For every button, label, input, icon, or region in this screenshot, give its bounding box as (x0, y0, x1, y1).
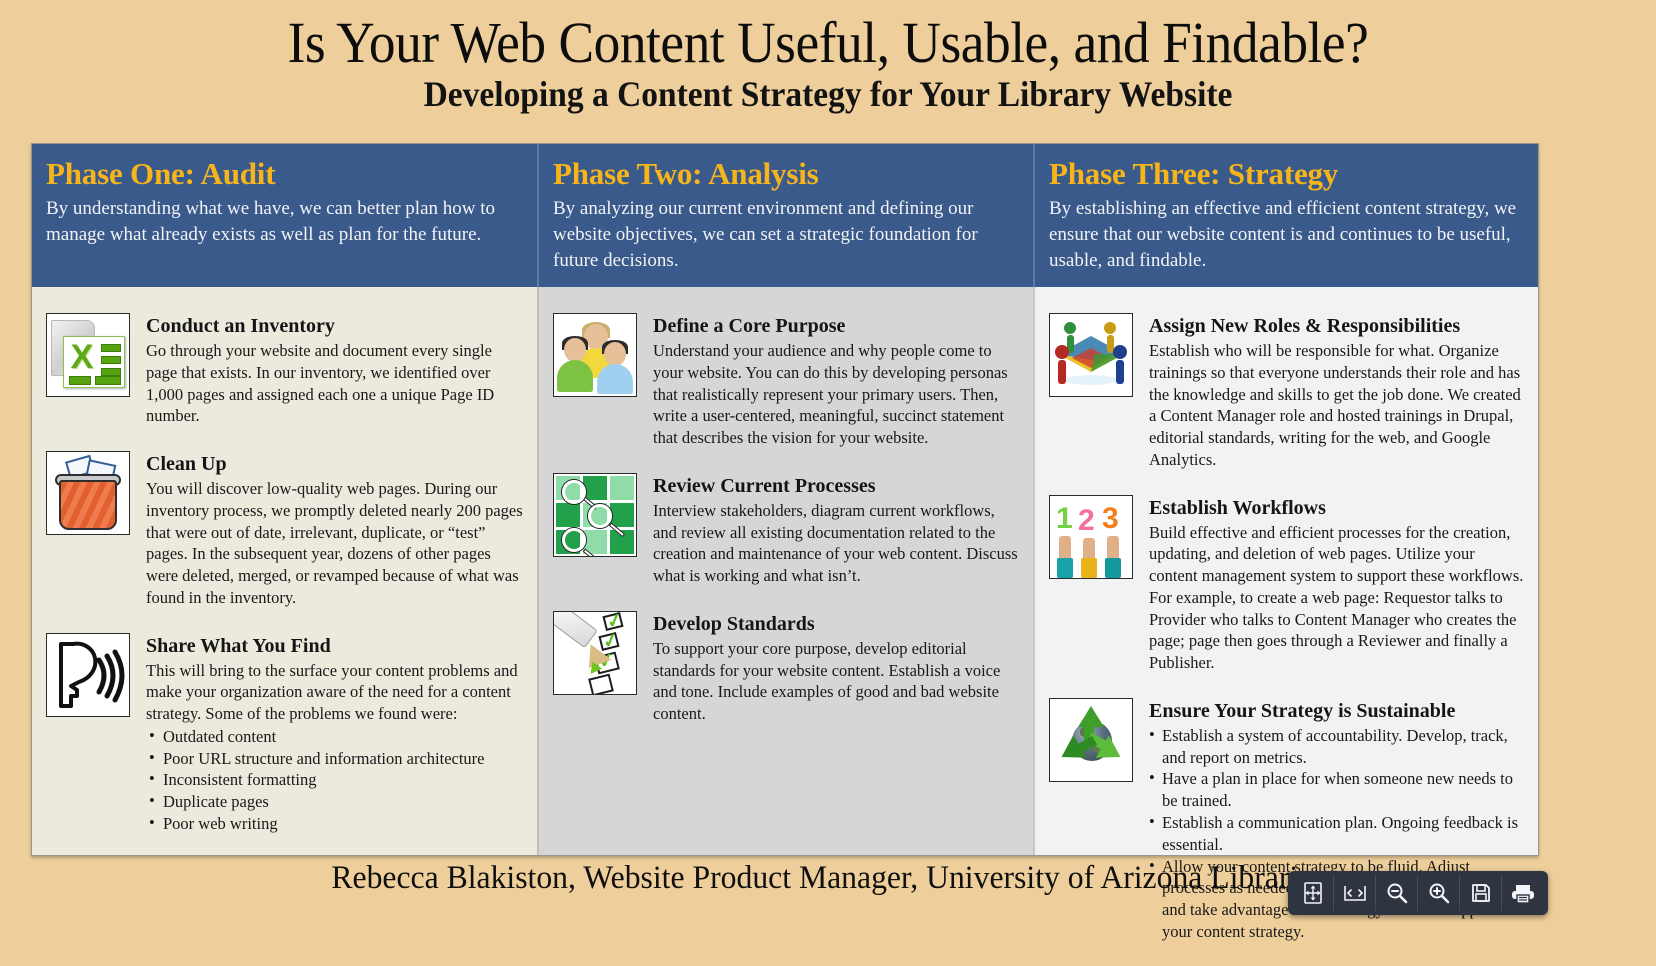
list-item: Poor web writing (146, 812, 523, 835)
item-title: Conduct an Inventory (146, 315, 335, 337)
list-item: Establish a system of accountability. De… (1149, 724, 1524, 769)
phase-three-description: By establishing an effective and efficie… (1049, 197, 1517, 271)
item-text: Go through your website and document eve… (146, 341, 495, 426)
page-subtitle: Developing a Content Strategy for Your L… (423, 74, 1233, 114)
zoom-out-icon[interactable] (1376, 875, 1418, 911)
page-title: Is Your Web Content Useful, Usable, and … (287, 10, 1369, 75)
checklist-pencil-icon: ✓ ✓ ✓ (553, 610, 637, 695)
list-item: Poor URL structure and information archi… (146, 747, 523, 770)
list-item: 1 2 3 Establish Workflows Build effectiv… (1049, 494, 1524, 674)
speaking-head-icon (46, 632, 130, 717)
fit-width-icon[interactable] (1334, 875, 1376, 911)
list-item: Duplicate pages (146, 790, 523, 813)
item-text: Interview stakeholders, diagram current … (653, 500, 1018, 586)
zoom-in-icon[interactable] (1418, 875, 1460, 911)
list-item: Clean Up You will discover low-quality w… (46, 451, 523, 609)
item-text: To support your core purpose, develop ed… (653, 638, 1001, 724)
phase-three-column: Assign New Roles & Responsibilities Esta… (1033, 287, 1538, 941)
item-text: This will bring to the surface your cont… (146, 660, 518, 724)
list-item: Define a Core Purpose Understand your au… (553, 313, 1019, 449)
list-item: Review Current Processes Interview stake… (553, 472, 1019, 587)
teamwork-roles-icon (1049, 313, 1133, 397)
phase-three-title: Phase Three: Strategy (1049, 156, 1339, 191)
list-item: X Conduct an Inventory Go through your w… (46, 313, 523, 427)
save-icon[interactable] (1460, 875, 1502, 911)
numbers-123-icon: 1 2 3 (1049, 494, 1133, 579)
item-title: Establish Workflows (1149, 496, 1326, 519)
item-text: Build effective and efficient processes … (1149, 522, 1524, 673)
item-title: Develop Standards (653, 612, 815, 635)
phase-header-one: Phase One: Audit By understanding what w… (32, 144, 537, 287)
phase-columns: X Conduct an Inventory Go through your w… (32, 287, 1538, 941)
phase-two-title: Phase Two: Analysis (553, 156, 819, 191)
item-title: Define a Core Purpose (653, 315, 846, 337)
phase-one-title: Phase One: Audit (46, 156, 276, 191)
fit-page-icon[interactable] (1292, 875, 1334, 911)
phase-header-two: Phase Two: Analysis By analyzing our cur… (537, 144, 1033, 287)
print-icon[interactable] (1502, 875, 1544, 911)
phase-one-description: By understanding what we have, we can be… (46, 197, 496, 245)
phase-two-column: Define a Core Purpose Understand your au… (537, 287, 1033, 855)
item-bullet-list: Outdated content Poor URL structure and … (146, 725, 523, 835)
poster-title-block: Is Your Web Content Useful, Usable, and … (0, 0, 1656, 114)
phase-two-description: By analyzing our current environment and… (553, 197, 978, 271)
item-title: Share What You Find (146, 634, 331, 657)
trash-bin-icon (46, 451, 130, 536)
people-group-icon (553, 313, 637, 397)
item-text: You will discover low-quality web pages.… (146, 479, 523, 607)
phase-header-band: Phase One: Audit By understanding what w… (32, 144, 1538, 287)
list-item: Share What You Find This will bring to t… (46, 632, 523, 835)
phase-header-three: Phase Three: Strategy By establishing an… (1033, 144, 1538, 287)
poster-body: Phase One: Audit By understanding what w… (31, 143, 1539, 941)
list-item: Assign New Roles & Responsibilities Esta… (1049, 313, 1524, 471)
item-text: Understand your audience and why people … (653, 341, 1008, 448)
item-text: Establish who will be responsible for wh… (1149, 341, 1521, 469)
item-title: Assign New Roles & Responsibilities (1149, 315, 1461, 337)
list-item: Outdated content (146, 725, 523, 748)
list-item: Have a plan in place for when someone ne… (1149, 767, 1524, 812)
spreadsheet-icon: X (46, 313, 130, 397)
item-title: Clean Up (146, 453, 227, 476)
list-item: ✓ ✓ ✓ Develop Standards To support your … (553, 610, 1019, 725)
item-title: Ensure Your Strategy is Sustainable (1149, 699, 1456, 722)
list-item: Establish a communication plan. Ongoing … (1149, 811, 1524, 856)
recycle-globe-icon (1049, 697, 1133, 782)
item-title: Review Current Processes (653, 474, 876, 497)
phase-one-column: X Conduct an Inventory Go through your w… (32, 287, 537, 855)
viewer-toolbar (1288, 871, 1548, 915)
list-item: Inconsistent formatting (146, 768, 523, 791)
magnifier-grid-icon (553, 472, 637, 557)
